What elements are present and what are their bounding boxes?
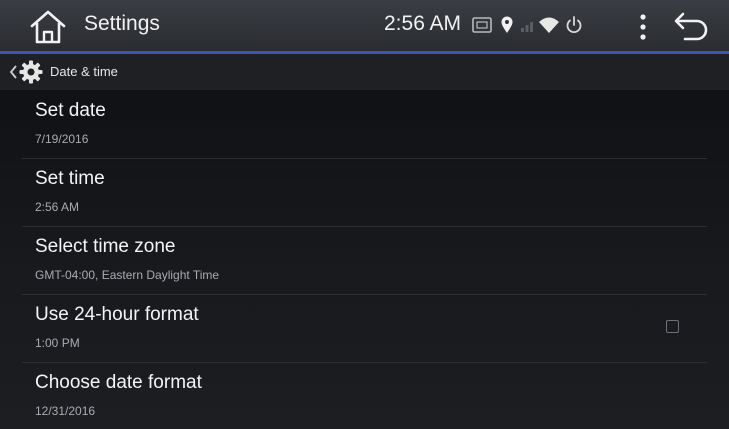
app-title: Settings xyxy=(84,12,160,35)
breadcrumb-label: Date & time xyxy=(50,64,118,79)
gear-icon xyxy=(19,60,43,84)
home-icon[interactable] xyxy=(28,9,68,45)
date-format-item[interactable]: Choose date format 12/31/2016 xyxy=(0,362,729,429)
status-clock: 2:56 AM xyxy=(384,12,462,35)
overflow-menu-icon[interactable] xyxy=(632,8,654,46)
sd-card-icon xyxy=(472,17,492,33)
set-date-value: 7/19/2016 xyxy=(35,132,89,146)
set-time-value: 2:56 AM xyxy=(35,200,80,214)
power-icon xyxy=(566,16,582,34)
action-bar: Settings 2:56 AM xyxy=(0,0,729,54)
24-hour-format-title: Use 24-hour format xyxy=(35,304,199,325)
24-hour-format-value: 1:00 PM xyxy=(35,336,80,350)
back-arrow-icon[interactable] xyxy=(673,10,711,44)
wifi-icon xyxy=(539,17,559,33)
breadcrumb: Date & time xyxy=(0,54,729,90)
settings-screen: Settings 2:56 AM Date & time Set date 7/… xyxy=(0,0,729,429)
settings-list: Set date 7/19/2016 Set time 2:56 AM Sele… xyxy=(0,90,729,429)
24-hour-format-checkbox[interactable] xyxy=(666,320,679,333)
time-zone-title: Select time zone xyxy=(35,236,176,257)
24-hour-format-item[interactable]: Use 24-hour format 1:00 PM xyxy=(0,294,729,362)
date-format-value: 12/31/2016 xyxy=(35,404,96,418)
signal-icon xyxy=(521,22,533,32)
set-date-title: Set date xyxy=(35,100,106,121)
set-time-item[interactable]: Set time 2:56 AM xyxy=(0,158,729,226)
date-format-title: Choose date format xyxy=(35,372,202,393)
location-icon xyxy=(501,16,513,33)
chevron-left-icon[interactable] xyxy=(8,64,18,80)
time-zone-value: GMT-04:00, Eastern Daylight Time xyxy=(35,268,220,282)
set-date-item[interactable]: Set date 7/19/2016 xyxy=(0,90,729,158)
set-time-title: Set time xyxy=(35,168,105,189)
time-zone-item[interactable]: Select time zone GMT-04:00, Eastern Dayl… xyxy=(0,226,729,294)
